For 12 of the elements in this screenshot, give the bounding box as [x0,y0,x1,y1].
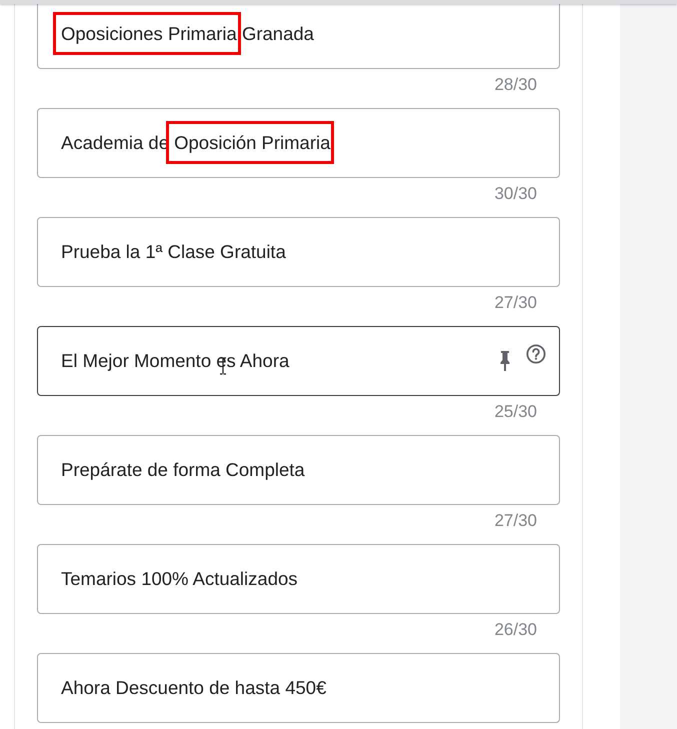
character-count: 27/30 [494,511,537,530]
headline-field[interactable]: Prepárate de forma Completa [37,435,560,505]
help-icon[interactable] [526,344,546,364]
headline-field[interactable]: Temarios 100% Actualizados [37,544,560,614]
character-count: 30/30 [494,184,537,203]
pushpin-icon[interactable] [500,350,510,372]
character-count: 28/30 [494,75,537,94]
character-count: 26/30 [494,620,537,639]
character-count: 25/30 [494,402,537,421]
headline-field[interactable]: Ahora Descuento de hasta 450€ [37,653,560,723]
headline-field[interactable]: Prueba la 1ª Clase Gratuita [37,217,560,287]
character-count: 27/30 [494,293,537,312]
